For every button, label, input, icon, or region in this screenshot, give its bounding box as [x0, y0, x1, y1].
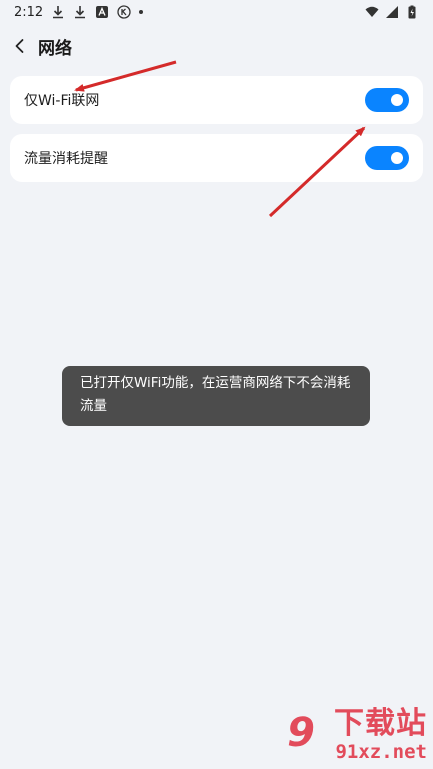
setting-row-wifi-only[interactable]: 仅Wi-Fi联网	[10, 76, 423, 124]
setting-label-wifi-only: 仅Wi-Fi联网	[24, 93, 100, 109]
status-bar: 2:12	[0, 0, 433, 24]
k-app-icon	[117, 5, 131, 19]
watermark-name: 下载站	[334, 706, 427, 741]
watermark-logo: 9	[287, 710, 315, 756]
toggle-knob	[391, 94, 403, 106]
status-left: 2:12	[14, 4, 144, 20]
setting-label-data-usage-alert: 流量消耗提醒	[24, 151, 108, 167]
app-store-icon	[95, 5, 109, 19]
signal-icon	[385, 5, 399, 19]
toggle-knob	[391, 152, 403, 164]
wifi-icon	[365, 5, 379, 19]
toast-message: 已打开仅WiFi功能，在运营商网络下不会消耗流量	[62, 366, 370, 426]
status-right	[365, 5, 419, 19]
watermark: 9 下载站 91xz.net	[263, 697, 433, 769]
watermark-url: 91xz.net	[335, 741, 427, 763]
back-button[interactable]	[4, 30, 36, 62]
data-usage-alert-toggle[interactable]	[365, 146, 409, 170]
page-title: 网络	[38, 38, 72, 59]
battery-charging-icon	[405, 5, 419, 19]
wifi-only-toggle[interactable]	[365, 88, 409, 112]
app-bar: 网络	[0, 26, 433, 66]
watermark-text: 下载站 91xz.net	[334, 706, 427, 764]
status-time: 2:12	[14, 4, 44, 20]
setting-row-data-usage-alert[interactable]: 流量消耗提醒	[10, 134, 423, 182]
chevron-left-icon	[13, 38, 27, 54]
toast-text: 已打开仅WiFi功能，在运营商网络下不会消耗流量	[80, 375, 351, 414]
download-icon	[73, 5, 87, 19]
dot-icon	[139, 10, 144, 14]
download-icon	[51, 5, 65, 19]
